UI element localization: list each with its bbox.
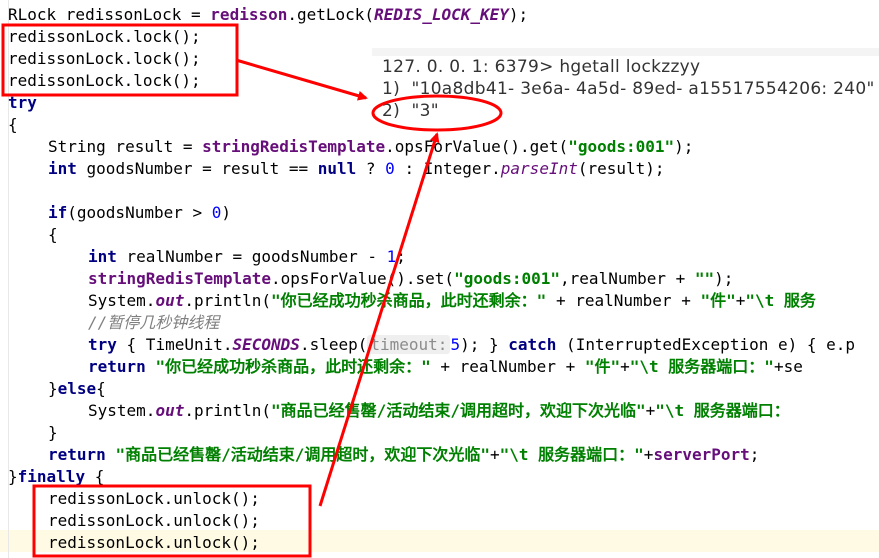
redis-row-2: 2) "3" [382, 101, 439, 121]
code-line-result: String result = stringRedisTemplate.opsF… [48, 137, 694, 156]
code-line-unlock-3: redissonLock.unlock(); [48, 533, 260, 552]
code-line-goods-number: int goodsNumber = result == null ? 0 : I… [48, 159, 665, 178]
code-line-return-2: return "商品已经售罄/活动结束/调用超时，欢迎下次光临"+"\t 服务器… [48, 445, 760, 464]
code-line-lock-3: redissonLock.lock(); [8, 71, 201, 90]
code-line-set: stringRedisTemplate.opsForValue().set("g… [88, 269, 734, 288]
code-line-brace-open: { [8, 115, 18, 134]
code-line-get-lock: RLock redissonLock = redisson.getLock(RE… [8, 5, 529, 24]
code-line-println-2: System.out.println("商品已经售罄/活动结束/调用超时，欢迎下… [88, 401, 790, 420]
code-line-if: if(goodsNumber > 0) [48, 203, 232, 222]
code-line-finally: }finally { [8, 467, 105, 486]
code-line-sleep: try { TimeUnit.SECONDS.sleep(timeout: 5);… [88, 335, 856, 354]
parameter-hint: timeout: [367, 335, 451, 354]
code-line-else: }else{ [48, 379, 106, 398]
code-line-real-number: int realNumber = goodsNumber - 1; [88, 247, 406, 266]
code-line-unlock-1: redissonLock.unlock(); [48, 489, 260, 508]
redis-row-1: 1) "10a8db41- 3e6a- 4a5d- 89ed- a1551755… [382, 79, 875, 99]
code-line-return-1: return "你已经成功秒杀商品，此时还剩余：" + realNumber +… [88, 357, 803, 376]
code-line-if-brace: { [48, 225, 58, 244]
code-line-lock-2: redissonLock.lock(); [8, 49, 201, 68]
code-line-else-close: } [48, 423, 58, 442]
code-line-lock-1: redissonLock.lock(); [8, 27, 201, 46]
code-line-unlock-2: redissonLock.unlock(); [48, 511, 260, 530]
redis-cli-output: 127. 0. 0. 1: 6379> hgetall lockzzyy 1) … [372, 48, 879, 132]
redis-prompt: 127. 0. 0. 1: 6379> hgetall lockzzyy [382, 57, 701, 77]
code-line-comment: //暂停几秒钟线程 [88, 313, 220, 332]
code-line-try: try [8, 93, 37, 112]
redis-cli-cropped-edge [372, 48, 879, 56]
code-line-println-1: System.out.println("你已经成功秒杀商品，此时还剩余：" + … [88, 291, 816, 310]
